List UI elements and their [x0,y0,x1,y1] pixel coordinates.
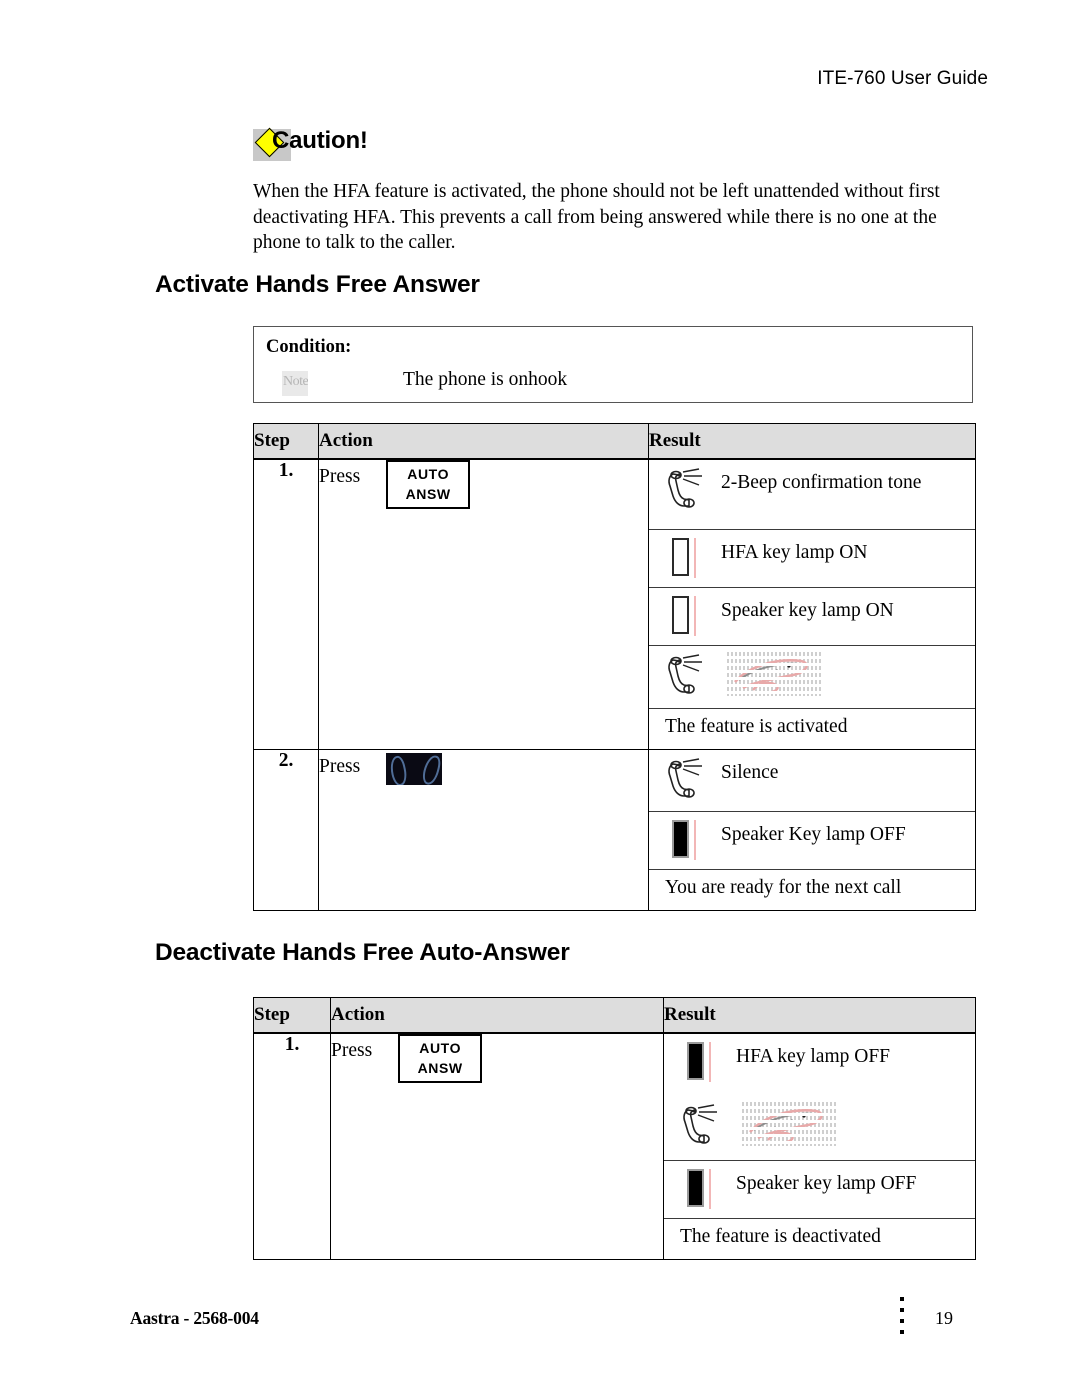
result-subrow [649,646,975,709]
result-cell: 2-Beep confirmation tone HFA key lamp ON… [648,458,976,750]
step-number: 2. [253,749,319,911]
table-row: 2. Press Silence Speaker Key lamp OFF Yo… [253,749,976,911]
key-label-line1: AUTO [407,466,450,482]
result-subrow: HFA key lamp OFF [664,1034,975,1096]
result-cell: HFA key lamp OFF Speaker key lamp OFF Th… [663,1032,976,1260]
table-header-row: Step Action Result [253,423,976,460]
lamp-off-icon [649,812,721,860]
column-header-action: Action [318,423,649,460]
result-text: Speaker key lamp OFF [736,1173,917,1194]
key-label-line2: ANSW [417,1060,463,1076]
column-header-action: Action [330,997,664,1034]
result-subrow: Speaker Key lamp OFF [649,812,975,870]
condition-box: Condition: Note The phone is onhook [253,326,973,403]
condition-text: The phone is onhook [403,369,568,390]
handset-ringing-icon [649,460,721,514]
result-subrow: The feature is deactivated [664,1219,975,1259]
result-text: The feature is activated [665,716,848,737]
lamp-on-icon [649,530,721,578]
result-subrow: You are ready for the next call [649,870,975,910]
scribble-graphic [742,1102,838,1146]
result-text: The feature is deactivated [680,1226,881,1247]
step-number: 1. [253,458,319,750]
result-subrow: Speaker key lamp ON [649,588,975,646]
result-cell: Silence Speaker Key lamp OFF You are rea… [648,749,976,911]
result-text: HFA key lamp ON [721,542,868,563]
table-header-row: Step Action Result [253,997,976,1034]
result-text: 2-Beep confirmation tone [721,472,922,493]
result-text: Speaker key lamp ON [721,600,894,621]
section-heading-activate: Activate Hands Free Answer [155,271,480,298]
result-subrow: HFA key lamp ON [649,530,975,588]
handset-ringing-icon [649,750,721,804]
table-row: 1. Press AUTO ANSW HFA key lamp OFF Spea… [253,1032,976,1260]
key-label-line1: AUTO [419,1040,462,1056]
handset-ringing-icon [664,1096,736,1150]
auto-answ-key-icon[interactable]: AUTO ANSW [386,460,471,509]
page-header-title: ITE-760 User Guide [817,68,988,89]
result-subrow [664,1096,975,1161]
action-verb: Press [331,1040,373,1061]
lamp-off-icon [664,1161,736,1209]
action-verb: Press [319,466,361,487]
caution-block: Caution! When the HFA feature is activat… [253,127,993,256]
result-subrow: The feature is activated [649,709,975,749]
deactivate-steps-table: Step Action Result 1. Press AUTO ANSW HF… [253,997,976,1260]
footer-dotted-divider [900,1297,904,1337]
column-header-step: Step [253,997,331,1034]
result-text: HFA key lamp OFF [736,1046,891,1067]
caution-label: Caution! [272,127,368,154]
caution-body-text: When the HFA feature is activated, the p… [253,181,940,253]
key-label-line2: ANSW [405,486,451,502]
note-icon: Note [282,371,308,396]
lamp-off-icon [664,1034,736,1082]
result-text: Silence [721,762,779,783]
handset-ringing-icon [649,646,721,700]
column-header-step: Step [253,423,319,460]
footer-document-code: Aastra - 2568-004 [130,1308,259,1328]
lamp-on-icon [649,588,721,636]
result-subrow: 2-Beep confirmation tone [649,460,975,530]
section-heading-deactivate: Deactivate Hands Free Auto-Answer [155,939,570,966]
footer-page-number: 19 [935,1308,953,1328]
condition-row: Note The phone is onhook [266,369,956,399]
action-cell: Press AUTO ANSW [330,1032,664,1260]
column-header-result: Result [663,997,976,1034]
dark-key-icon[interactable] [386,753,443,785]
step-number: 1. [253,1032,331,1260]
action-cell: Press AUTO ANSW [318,458,649,750]
activate-steps-table: Step Action Result 1. Press AUTO ANSW 2-… [253,423,976,911]
result-text: Speaker Key lamp OFF [721,824,906,845]
result-text: You are ready for the next call [665,877,902,898]
auto-answ-key-icon[interactable]: AUTO ANSW [398,1034,483,1083]
note-icon-text: Note [283,374,308,389]
table-row: 1. Press AUTO ANSW 2-Beep confirmation t… [253,458,976,750]
scribble-graphic [727,652,823,696]
result-subrow: Speaker key lamp OFF [664,1161,975,1219]
column-header-result: Result [648,423,976,460]
condition-title: Condition: [266,337,352,357]
caution-heading: Caution! [253,127,993,167]
result-subrow: Silence [649,750,975,812]
action-cell: Press [318,749,649,911]
action-verb: Press [319,756,361,777]
